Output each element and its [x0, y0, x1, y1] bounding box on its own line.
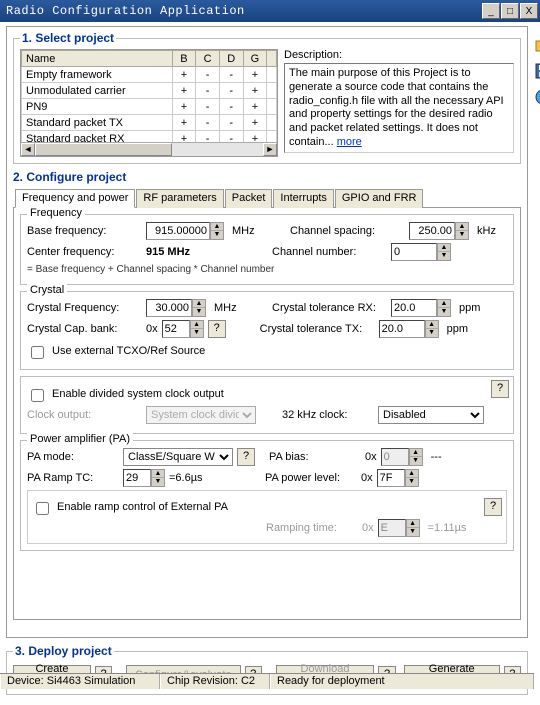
crystal-cap-help[interactable]: ?: [208, 320, 226, 338]
crystal-tol-rx-input[interactable]: [391, 299, 437, 317]
center-freq-formula: = Base frequency + Channel spacing * Cha…: [27, 264, 274, 275]
pa-bias-spinner: ▲▼: [409, 448, 423, 466]
table-row[interactable]: Unmodulated carrier+--+: [22, 83, 277, 99]
app-title: Radio Configuration Application: [6, 4, 482, 18]
channel-number-spinner[interactable]: ▲▼: [437, 243, 451, 261]
status-bar: Device: Si4463 Simulation Chip Revision:…: [0, 673, 534, 689]
close-button[interactable]: X: [520, 3, 538, 19]
tab-gpio-frr[interactable]: GPIO and FRR: [335, 189, 424, 208]
tab-frequency-power[interactable]: Frequency and power: [15, 189, 135, 208]
base-freq-label: Base frequency:: [27, 225, 142, 237]
crystal-tol-rx-spinner[interactable]: ▲▼: [437, 299, 451, 317]
description-text: The main purpose of this Project is to g…: [284, 63, 514, 153]
tab-bar: Frequency and power RF parameters Packet…: [13, 188, 521, 208]
table-row[interactable]: PN9+--+: [22, 99, 277, 115]
external-pa-help[interactable]: ?: [484, 498, 502, 516]
crystal-tol-rx-label: Crystal tolerance RX:: [272, 302, 387, 314]
channel-spacing-input[interactable]: [409, 222, 455, 240]
crystal-freq-label: Crystal Frequency:: [27, 302, 142, 314]
pa-group: Power amplifier (PA) PA mode: ClassE/Squ…: [20, 440, 514, 551]
title-bar: Radio Configuration Application _ □ X: [0, 0, 540, 22]
section3-title: 3. Deploy project: [13, 644, 114, 658]
center-freq-label: Center frequency:: [27, 246, 142, 258]
pa-bias-label: PA bias:: [269, 451, 361, 463]
more-link[interactable]: more: [337, 136, 362, 148]
tcxo-checkbox[interactable]: [31, 346, 44, 359]
divided-clock-label: Enable divided system clock output: [52, 388, 224, 400]
ramping-time-input: [378, 519, 406, 537]
divided-clock-checkbox[interactable]: [31, 389, 44, 402]
base-freq-spinner[interactable]: ▲▼: [210, 222, 224, 240]
pa-ramp-label: PA Ramp TC:: [27, 472, 119, 484]
crystal-tol-tx-spinner[interactable]: ▲▼: [425, 320, 439, 338]
pa-mode-select[interactable]: ClassE/Square W: [123, 448, 233, 466]
tab-interrupts[interactable]: Interrupts: [273, 189, 333, 208]
col-g[interactable]: G: [243, 51, 267, 67]
tab-rf-parameters[interactable]: RF parameters: [136, 189, 223, 208]
khz32-label: 32 kHz clock:: [282, 409, 374, 421]
table-row[interactable]: Standard packet TX+--+: [22, 115, 277, 131]
section2-title: 2. Configure project: [13, 170, 126, 184]
col-b[interactable]: B: [172, 51, 196, 67]
pa-power-input[interactable]: [377, 469, 405, 487]
channel-number-label: Channel number:: [272, 246, 387, 258]
status-ready: Ready for deployment: [270, 674, 534, 689]
open-icon[interactable]: [534, 36, 540, 54]
channel-spacing-label: Channel spacing:: [290, 225, 405, 237]
col-d[interactable]: D: [219, 51, 243, 67]
pa-mode-label: PA mode:: [27, 451, 119, 463]
clock-group: ? Enable divided system clock output Clo…: [20, 376, 514, 434]
crystal-tol-tx-input[interactable]: [379, 320, 425, 338]
pa-ramp-spinner[interactable]: ▲▼: [151, 469, 165, 487]
crystal-cap-label: Crystal Cap. bank:: [27, 323, 142, 335]
pa-bias-input: [381, 448, 409, 466]
ramping-time-label: Ramping time:: [266, 522, 358, 534]
clock-output-label: Clock output:: [27, 409, 142, 421]
clock-help[interactable]: ?: [491, 380, 509, 398]
khz32-select[interactable]: Disabled: [378, 406, 484, 424]
status-device: Device: Si4463 Simulation: [0, 674, 160, 689]
help-icon[interactable]: ?: [534, 88, 540, 106]
ramping-time-spinner: ▲▼: [406, 519, 420, 537]
main-panel: 1. Select project Name B C D G: [0, 22, 534, 689]
save-icon[interactable]: [534, 62, 540, 80]
channel-number-input[interactable]: [391, 243, 437, 261]
description-label: Description:: [284, 49, 514, 61]
status-chip: Chip Revision: C2: [160, 674, 270, 689]
external-pa-label: Enable ramp control of External PA: [57, 501, 228, 513]
crystal-freq-spinner[interactable]: ▲▼: [192, 299, 206, 317]
crystal-cap-spinner[interactable]: ▲▼: [190, 320, 204, 338]
crystal-tol-tx-label: Crystal tolerance TX:: [260, 323, 375, 335]
tcxo-label: Use external TCXO/Ref Source: [52, 345, 205, 357]
pa-power-label: PA power level:: [265, 472, 357, 484]
right-toolbar: ?: [534, 22, 540, 689]
base-freq-input[interactable]: [146, 222, 210, 240]
select-project-section: 1. Select project Name B C D G: [13, 31, 521, 164]
table-row[interactable]: Empty framework+--+: [22, 67, 277, 83]
crystal-group: Crystal Crystal Frequency: ▲▼ MHz Crysta…: [20, 291, 514, 370]
crystal-freq-input[interactable]: [146, 299, 192, 317]
clock-output-select: System clock divid: [146, 406, 256, 424]
col-c[interactable]: C: [196, 51, 220, 67]
section1-title: 1. Select project: [20, 31, 116, 45]
pa-power-spinner[interactable]: ▲▼: [405, 469, 419, 487]
external-pa-checkbox[interactable]: [36, 502, 49, 515]
horizontal-scrollbar[interactable]: ◄►: [21, 142, 277, 156]
tab-content: Frequency Base frequency: ▲▼ MHz Channel…: [13, 208, 521, 620]
crystal-cap-input[interactable]: [162, 320, 190, 338]
channel-spacing-spinner[interactable]: ▲▼: [455, 222, 469, 240]
maximize-button[interactable]: □: [501, 3, 519, 19]
col-name[interactable]: Name: [22, 51, 173, 67]
project-table[interactable]: Name B C D G Empty framework+--+ Unmodul…: [20, 49, 278, 157]
frequency-group: Frequency Base frequency: ▲▼ MHz Channel…: [20, 214, 514, 285]
tab-packet[interactable]: Packet: [225, 189, 273, 208]
pa-ramp-input[interactable]: [123, 469, 151, 487]
center-freq-value: 915 MHz: [146, 246, 244, 258]
minimize-button[interactable]: _: [482, 3, 500, 19]
pa-mode-help[interactable]: ?: [237, 448, 255, 466]
